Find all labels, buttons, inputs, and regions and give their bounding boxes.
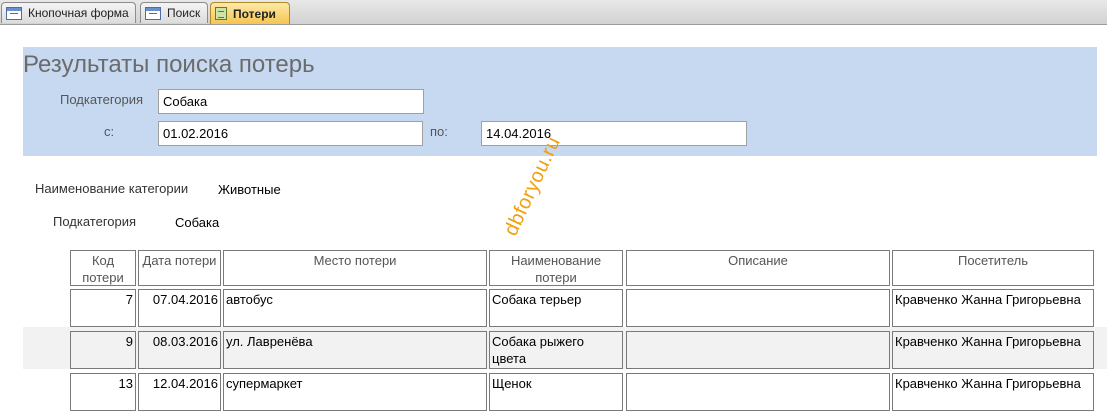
- category-name-value: Животные: [218, 182, 281, 197]
- column-header-visitor: Посетитель: [892, 250, 1094, 286]
- date-from-field[interactable]: 01.02.2016: [158, 121, 423, 146]
- form-icon: [6, 6, 22, 20]
- table-cell-place: автобус: [223, 289, 487, 327]
- form-icon: [145, 6, 161, 20]
- table-cell-visitor: Кравченко Жанна Григорьевна: [892, 373, 1094, 411]
- tab-switchboard-form[interactable]: Кнопочная форма: [1, 2, 136, 23]
- table-cell-description: [626, 289, 890, 327]
- table-cell-description: [626, 373, 890, 411]
- category-name-label: Наименование категории: [35, 181, 189, 196]
- table-cell-id: 13: [70, 373, 136, 411]
- table-cell-place: ул. Лавренёва: [223, 331, 487, 369]
- column-header-loss-place: Место потери: [223, 250, 487, 286]
- table-cell-visitor: Кравченко Жанна Григорьевна: [892, 289, 1094, 327]
- subcategory-detail-label: Подкатегория: [53, 214, 137, 229]
- tab-label: Кнопочная форма: [28, 6, 129, 20]
- table-cell-name: Собака терьер: [489, 289, 623, 327]
- column-header-description: Описание: [626, 250, 890, 286]
- date-to-field[interactable]: 14.04.2016: [481, 121, 747, 146]
- column-header-loss-code: Код потери: [70, 250, 136, 286]
- date-from-label: с:: [104, 124, 115, 139]
- table-cell-description: [626, 331, 890, 369]
- table-cell-date: 07.04.2016: [138, 289, 221, 327]
- document-tab-bar: Кнопочная форма Поиск Потери: [0, 0, 1107, 25]
- table-cell-id: 7: [70, 289, 136, 327]
- subcategory-label: Подкатегория: [60, 92, 144, 107]
- table-cell-name: Собака рыжего цвета: [489, 331, 623, 369]
- page-title: Результаты поиска потерь: [23, 51, 315, 78]
- tab-label: Поиск: [167, 6, 201, 20]
- table-cell-date: 12.04.2016: [138, 373, 221, 411]
- table-cell-id: 9: [70, 331, 136, 369]
- report-icon: [215, 7, 227, 20]
- date-to-label: по:: [430, 124, 448, 139]
- table-cell-visitor: Кравченко Жанна Григорьевна: [892, 331, 1094, 369]
- column-header-loss-name: Наименование потери: [489, 250, 623, 286]
- tab-losses-report[interactable]: Потери: [210, 2, 290, 24]
- table-cell-date: 08.03.2016: [138, 331, 221, 369]
- tab-search-form[interactable]: Поиск: [140, 2, 208, 23]
- subcategory-detail-value: Собака: [175, 215, 220, 230]
- subcategory-field[interactable]: Собака: [158, 89, 424, 114]
- column-header-loss-date: Дата потери: [138, 250, 221, 286]
- table-cell-name: Щенок: [489, 373, 623, 411]
- tab-label: Потери: [233, 6, 276, 21]
- table-cell-place: супермаркет: [223, 373, 487, 411]
